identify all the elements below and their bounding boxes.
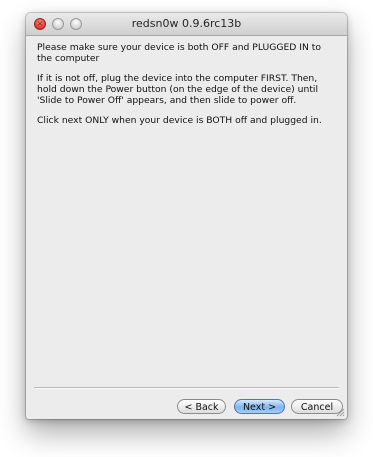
window-title: redsn0w 0.9.6rc13b bbox=[131, 17, 242, 30]
instruction-text-2: If it is not off, plug the device into t… bbox=[37, 73, 319, 106]
instruction-text-3: Click next ONLY when your device is BOTH… bbox=[37, 115, 322, 126]
back-button[interactable]: < Back bbox=[177, 399, 226, 414]
instruction-text-1: Please make sure your device is both OFF… bbox=[37, 42, 321, 64]
separator-line bbox=[34, 387, 339, 389]
instructions-panel: Please make sure your device is both OFF… bbox=[37, 42, 337, 135]
app-window: × redsn0w 0.9.6rc13b Please make sure yo… bbox=[26, 13, 347, 419]
resize-grip-icon[interactable] bbox=[336, 408, 345, 417]
next-button[interactable]: Next > bbox=[234, 399, 285, 414]
title-bar[interactable]: × redsn0w 0.9.6rc13b bbox=[26, 13, 347, 36]
